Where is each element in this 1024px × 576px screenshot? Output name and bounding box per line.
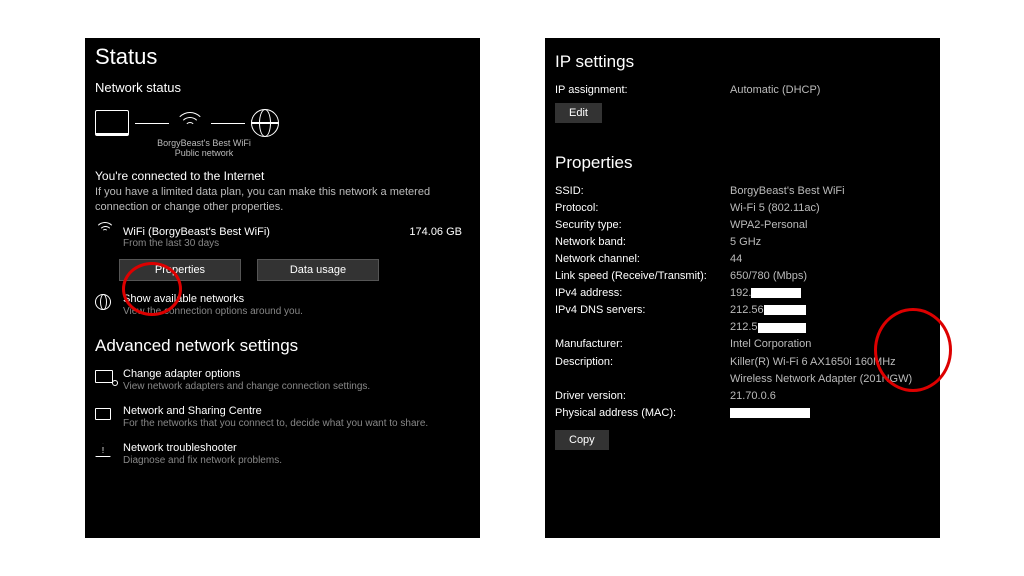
protocol-row: Protocol:Wi-Fi 5 (802.11ac) xyxy=(555,200,930,217)
available-networks-desc: View the connection options around you. xyxy=(123,305,303,318)
protocol-value: Wi-Fi 5 (802.11ac) xyxy=(730,200,930,217)
globe-icon xyxy=(251,109,279,137)
ip-settings-heading: IP settings xyxy=(555,52,930,72)
current-connection-row: WiFi (BorgyBeast's Best WiFi) From the l… xyxy=(95,226,470,249)
change-adapter-options-link[interactable]: Change adapter options View network adap… xyxy=(95,368,470,393)
edit-ip-button[interactable]: Edit xyxy=(555,103,602,123)
ip-assignment-value: Automatic (DHCP) xyxy=(730,82,930,99)
copy-button[interactable]: Copy xyxy=(555,430,609,450)
description-row: Description:Killer(R) Wi-Fi 6 AX1650i 16… xyxy=(555,354,930,388)
redacted-block xyxy=(764,305,806,315)
page-title: Status xyxy=(95,44,470,70)
adapter-icon xyxy=(95,370,113,383)
connection-line-icon xyxy=(211,123,245,124)
sharing-desc: For the networks that you connect to, de… xyxy=(123,417,428,430)
properties-heading: Properties xyxy=(555,153,930,173)
available-networks-title: Show available networks xyxy=(123,293,303,305)
ipv4-value: 192. xyxy=(730,285,930,302)
mac-row: Physical address (MAC): xyxy=(555,405,930,422)
laptop-icon xyxy=(95,110,129,136)
advanced-settings-heading: Advanced network settings xyxy=(95,336,470,356)
linkspeed-label: Link speed (Receive/Transmit): xyxy=(555,268,730,285)
driver-label: Driver version: xyxy=(555,388,730,405)
adapter-desc: View network adapters and change connect… xyxy=(123,380,370,393)
driver-row: Driver version:21.70.0.6 xyxy=(555,388,930,405)
connection-subtext: From the last 30 days xyxy=(123,238,399,249)
dns-row: IPv4 DNS servers:212.56212.5 xyxy=(555,302,930,336)
band-value: 5 GHz xyxy=(730,234,930,251)
dns-value: 212.56212.5 xyxy=(730,302,930,336)
manufacturer-row: Manufacturer:Intel Corporation xyxy=(555,336,930,353)
band-label: Network band: xyxy=(555,234,730,251)
linkspeed-value: 650/780 (Mbps) xyxy=(730,268,930,285)
status-panel: Status Network status BorgyBeast's Best … xyxy=(85,38,480,538)
connected-description: If you have a limited data plan, you can… xyxy=(95,185,470,215)
security-label: Security type: xyxy=(555,217,730,234)
ssid-row: SSID:BorgyBeast's Best WiFi xyxy=(555,183,930,200)
network-status-heading: Network status xyxy=(95,80,470,95)
connected-heading: You're connected to the Internet xyxy=(95,169,470,183)
security-value: WPA2-Personal xyxy=(730,217,930,234)
description-label: Description: xyxy=(555,354,730,371)
ip-assignment-label: IP assignment: xyxy=(555,82,730,99)
ip-assignment-row: IP assignment: Automatic (DHCP) xyxy=(555,82,930,99)
security-row: Security type:WPA2-Personal xyxy=(555,217,930,234)
redacted-block xyxy=(758,323,806,333)
show-available-networks-link[interactable]: Show available networks View the connect… xyxy=(95,293,470,318)
manufacturer-label: Manufacturer: xyxy=(555,336,730,353)
wifi-icon xyxy=(95,226,113,240)
ipv4-row: IPv4 address:192. xyxy=(555,285,930,302)
channel-row: Network channel:44 xyxy=(555,251,930,268)
ipv4-label: IPv4 address: xyxy=(555,285,730,302)
ssid-label: SSID: xyxy=(555,183,730,200)
data-usage-button[interactable]: Data usage xyxy=(257,259,379,281)
channel-label: Network channel: xyxy=(555,251,730,268)
dns-label: IPv4 DNS servers: xyxy=(555,302,730,319)
wifi-icon xyxy=(175,112,205,134)
connection-name: WiFi (BorgyBeast's Best WiFi) xyxy=(123,226,399,238)
manufacturer-value: Intel Corporation xyxy=(730,336,930,353)
network-troubleshooter-link[interactable]: ! Network troubleshooter Diagnose and fi… xyxy=(95,442,470,467)
troubleshooter-title: Network troubleshooter xyxy=(123,442,282,454)
sharing-title: Network and Sharing Centre xyxy=(123,405,428,417)
mac-label: Physical address (MAC): xyxy=(555,405,730,422)
description-value: Killer(R) Wi-Fi 6 AX1650i 160MHz Wireles… xyxy=(730,354,930,388)
driver-value: 21.70.0.6 xyxy=(730,388,930,405)
sharing-icon xyxy=(95,408,111,420)
troubleshooter-desc: Diagnose and fix network problems. xyxy=(123,454,282,467)
channel-value: 44 xyxy=(730,251,930,268)
network-diagram xyxy=(95,109,470,137)
redacted-block xyxy=(751,288,801,298)
band-row: Network band:5 GHz xyxy=(555,234,930,251)
redacted-block xyxy=(730,408,810,418)
properties-button[interactable]: Properties xyxy=(119,259,241,281)
protocol-label: Protocol: xyxy=(555,200,730,217)
properties-panel: IP settings IP assignment: Automatic (DH… xyxy=(545,38,940,538)
globe-icon xyxy=(95,294,111,310)
warning-icon: ! xyxy=(95,443,111,457)
connection-usage-value: 174.06 GB xyxy=(409,226,462,238)
adapter-title: Change adapter options xyxy=(123,368,370,380)
diagram-caption: BorgyBeast's Best WiFiPublic network xyxy=(149,139,259,159)
ssid-value: BorgyBeast's Best WiFi xyxy=(730,183,930,200)
network-sharing-centre-link[interactable]: Network and Sharing Centre For the netwo… xyxy=(95,405,470,430)
linkspeed-row: Link speed (Receive/Transmit):650/780 (M… xyxy=(555,268,930,285)
mac-value xyxy=(730,405,930,422)
connection-line-icon xyxy=(135,123,169,124)
